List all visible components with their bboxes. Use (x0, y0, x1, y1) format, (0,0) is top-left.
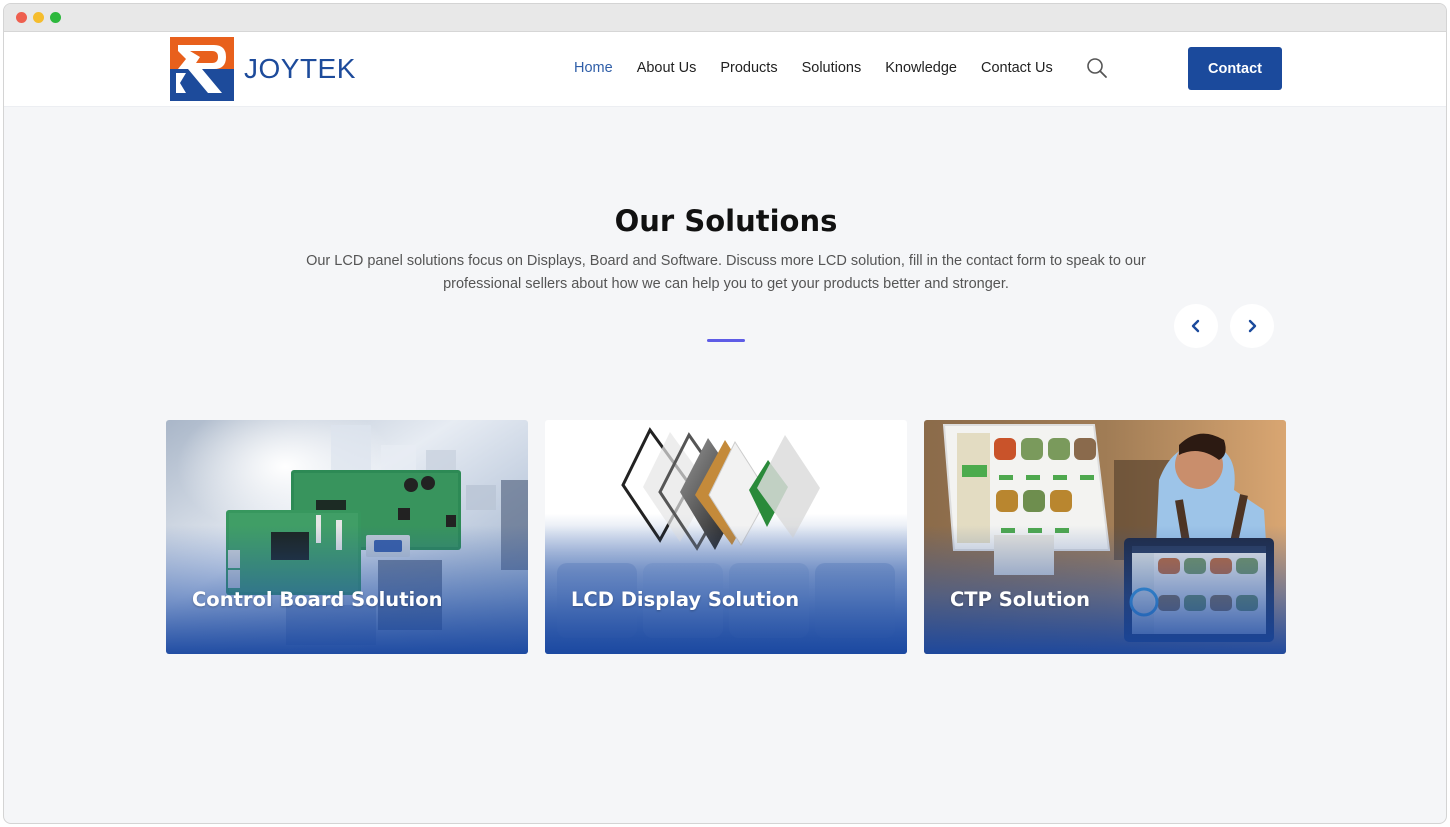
search-button[interactable] (1085, 56, 1109, 80)
card-title: CTP Solution (950, 588, 1090, 611)
card-title: Control Board Solution (192, 588, 443, 611)
solution-card-lcd-display[interactable]: LCD Display Solution (545, 420, 907, 654)
window-minimize-button[interactable] (33, 12, 44, 23)
solution-card-ctp[interactable]: CTP Solution (924, 420, 1286, 654)
window-close-button[interactable] (16, 12, 27, 23)
section-title: Our Solutions (614, 204, 838, 238)
card-gradient-overlay (545, 420, 907, 654)
solution-cards: Control Board Solution LCD Display Solut… (166, 420, 1286, 654)
nav-knowledge[interactable]: Knowledge (885, 60, 957, 76)
card-title: LCD Display Solution (571, 588, 800, 611)
chevron-right-icon (1248, 319, 1257, 333)
main-nav: Home About Us Products Solutions Knowled… (574, 60, 1053, 76)
contact-button[interactable]: Contact (1188, 47, 1282, 90)
card-gradient-overlay (166, 420, 528, 654)
chevron-left-icon (1191, 319, 1200, 333)
nav-products[interactable]: Products (720, 60, 777, 76)
nav-contact-us[interactable]: Contact Us (981, 60, 1053, 76)
nav-about-us[interactable]: About Us (637, 60, 697, 76)
title-underline-divider (707, 339, 745, 342)
logo-text: JOYTEK (244, 53, 356, 84)
window-maximize-button[interactable] (50, 12, 61, 23)
solution-card-control-board[interactable]: Control Board Solution (166, 420, 528, 654)
nav-home[interactable]: Home (574, 60, 613, 76)
window-titlebar (4, 4, 1446, 32)
browser-window: JOYTEK Home About Us Products Solutions … (3, 3, 1447, 824)
site-header: JOYTEK Home About Us Products Solutions … (4, 32, 1446, 107)
nav-solutions[interactable]: Solutions (802, 60, 862, 76)
joytek-logo-icon (170, 37, 234, 101)
carousel-prev-button[interactable] (1174, 304, 1218, 348)
search-icon (1087, 58, 1107, 78)
section-description: Our LCD panel solutions focus on Display… (306, 253, 1146, 292)
carousel-next-button[interactable] (1230, 304, 1274, 348)
site-logo[interactable]: JOYTEK (170, 37, 356, 101)
card-gradient-overlay (924, 420, 1286, 654)
